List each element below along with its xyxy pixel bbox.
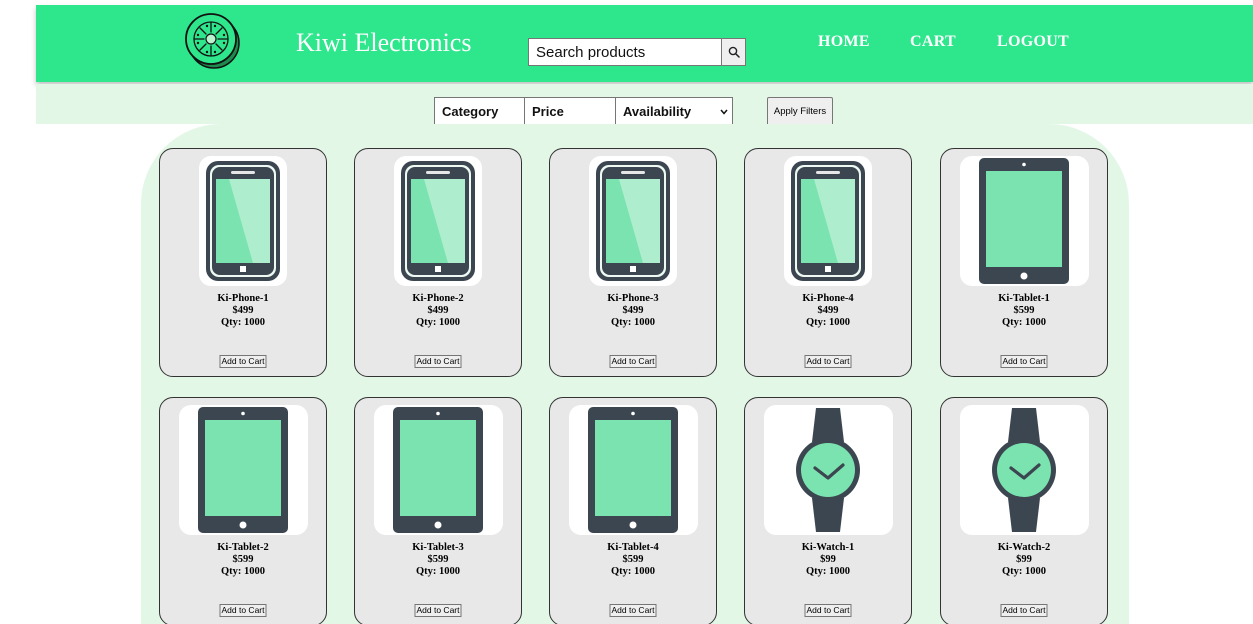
chevron-down-icon (720, 109, 728, 115)
product-image (784, 156, 872, 286)
product-name: Ki-Phone-3 (607, 293, 659, 304)
tablet-icon (588, 407, 678, 533)
product-price: $599 (622, 554, 644, 565)
product-qty: Qty: 1000 (805, 566, 851, 577)
search-button[interactable] (721, 38, 746, 66)
product-card: Ki-Watch-1 $99 Qty: 1000 Add to Cart (744, 397, 912, 624)
phone-icon (596, 161, 670, 281)
phone-icon (791, 161, 865, 281)
search-input[interactable] (528, 38, 722, 66)
add-to-cart-button[interactable]: Add to Cart (219, 604, 267, 617)
kiwi-logo-icon (185, 13, 240, 69)
product-image (589, 156, 677, 286)
product-price: $599 (1013, 305, 1035, 316)
product-name: Ki-Watch-1 (801, 542, 855, 553)
tablet-icon (393, 407, 483, 533)
product-card: Ki-Watch-2 $99 Qty: 1000 Add to Cart (940, 397, 1108, 624)
product-name: Ki-Tablet-2 (217, 542, 269, 553)
product-price: $99 (820, 554, 836, 565)
product-qty: Qty: 1000 (415, 317, 461, 328)
search-bar (528, 38, 746, 66)
product-qty: Qty: 1000 (415, 566, 461, 577)
product-name: Ki-Tablet-3 (412, 542, 464, 553)
add-to-cart-button[interactable]: Add to Cart (414, 355, 462, 368)
phone-icon (401, 161, 475, 281)
watch-icon (794, 406, 862, 534)
add-to-cart-button[interactable]: Add to Cart (609, 604, 657, 617)
product-price: $599 (232, 554, 254, 565)
product-price: $99 (1016, 554, 1032, 565)
add-to-cart-button[interactable]: Add to Cart (804, 355, 852, 368)
product-image (374, 405, 503, 535)
product-price: $499 (232, 305, 254, 316)
tablet-icon (979, 158, 1069, 284)
product-image (179, 405, 308, 535)
product-qty: Qty: 1000 (1001, 566, 1047, 577)
tablet-icon (198, 407, 288, 533)
product-card: Ki-Phone-3 $499 Qty: 1000 Add to Cart (549, 148, 717, 377)
filter-controls: Category Price Availability (434, 97, 733, 126)
product-name: Ki-Watch-2 (997, 542, 1051, 553)
product-name: Ki-Phone-4 (802, 293, 854, 304)
product-image (960, 405, 1089, 535)
product-qty: Qty: 1000 (220, 317, 266, 328)
product-qty: Qty: 1000 (1001, 317, 1047, 328)
add-to-cart-button[interactable]: Add to Cart (414, 604, 462, 617)
watch-icon (990, 406, 1058, 534)
product-price: $499 (427, 305, 449, 316)
add-to-cart-button[interactable]: Add to Cart (609, 355, 657, 368)
product-card: Ki-Tablet-1 $599 Qty: 1000 Add to Cart (940, 148, 1108, 377)
product-image (199, 156, 287, 286)
product-image (960, 156, 1089, 286)
price-filter[interactable]: Price (525, 98, 616, 125)
product-qty: Qty: 1000 (220, 566, 266, 577)
product-price: $499 (622, 305, 644, 316)
product-name: Ki-Phone-1 (217, 293, 269, 304)
product-qty: Qty: 1000 (610, 566, 656, 577)
add-to-cart-button[interactable]: Add to Cart (219, 355, 267, 368)
product-card: Ki-Phone-4 $499 Qty: 1000 Add to Cart (744, 148, 912, 377)
nav-logout-link[interactable]: LOGOUT (997, 33, 1069, 51)
product-card: Ki-Phone-2 $499 Qty: 1000 Add to Cart (354, 148, 522, 377)
product-image (764, 405, 893, 535)
availability-label: Availability (623, 104, 692, 119)
product-image (394, 156, 482, 286)
phone-icon (206, 161, 280, 281)
availability-select[interactable]: Availability (616, 98, 732, 125)
add-to-cart-button[interactable]: Add to Cart (1000, 355, 1048, 368)
apply-filters-button[interactable]: Apply Filters (767, 97, 833, 126)
product-card: Ki-Tablet-4 $599 Qty: 1000 Add to Cart (549, 397, 717, 624)
add-to-cart-button[interactable]: Add to Cart (804, 604, 852, 617)
product-price: $499 (817, 305, 839, 316)
product-name: Ki-Tablet-4 (607, 542, 659, 553)
nav-home-link[interactable]: HOME (818, 33, 870, 51)
product-card: Ki-Tablet-3 $599 Qty: 1000 Add to Cart (354, 397, 522, 624)
add-to-cart-button[interactable]: Add to Cart (1000, 604, 1048, 617)
product-name: Ki-Phone-2 (412, 293, 464, 304)
product-name: Ki-Tablet-1 (998, 293, 1050, 304)
brand-title: Kiwi Electronics (296, 28, 472, 57)
product-qty: Qty: 1000 (805, 317, 851, 328)
product-card: Ki-Tablet-2 $599 Qty: 1000 Add to Cart (159, 397, 327, 624)
product-image (569, 405, 698, 535)
product-qty: Qty: 1000 (610, 317, 656, 328)
product-price: $599 (427, 554, 449, 565)
product-card: Ki-Phone-1 $499 Qty: 1000 Add to Cart (159, 148, 327, 377)
category-filter[interactable]: Category (435, 98, 525, 125)
nav-cart-link[interactable]: CART (910, 33, 956, 51)
search-icon (728, 46, 740, 58)
